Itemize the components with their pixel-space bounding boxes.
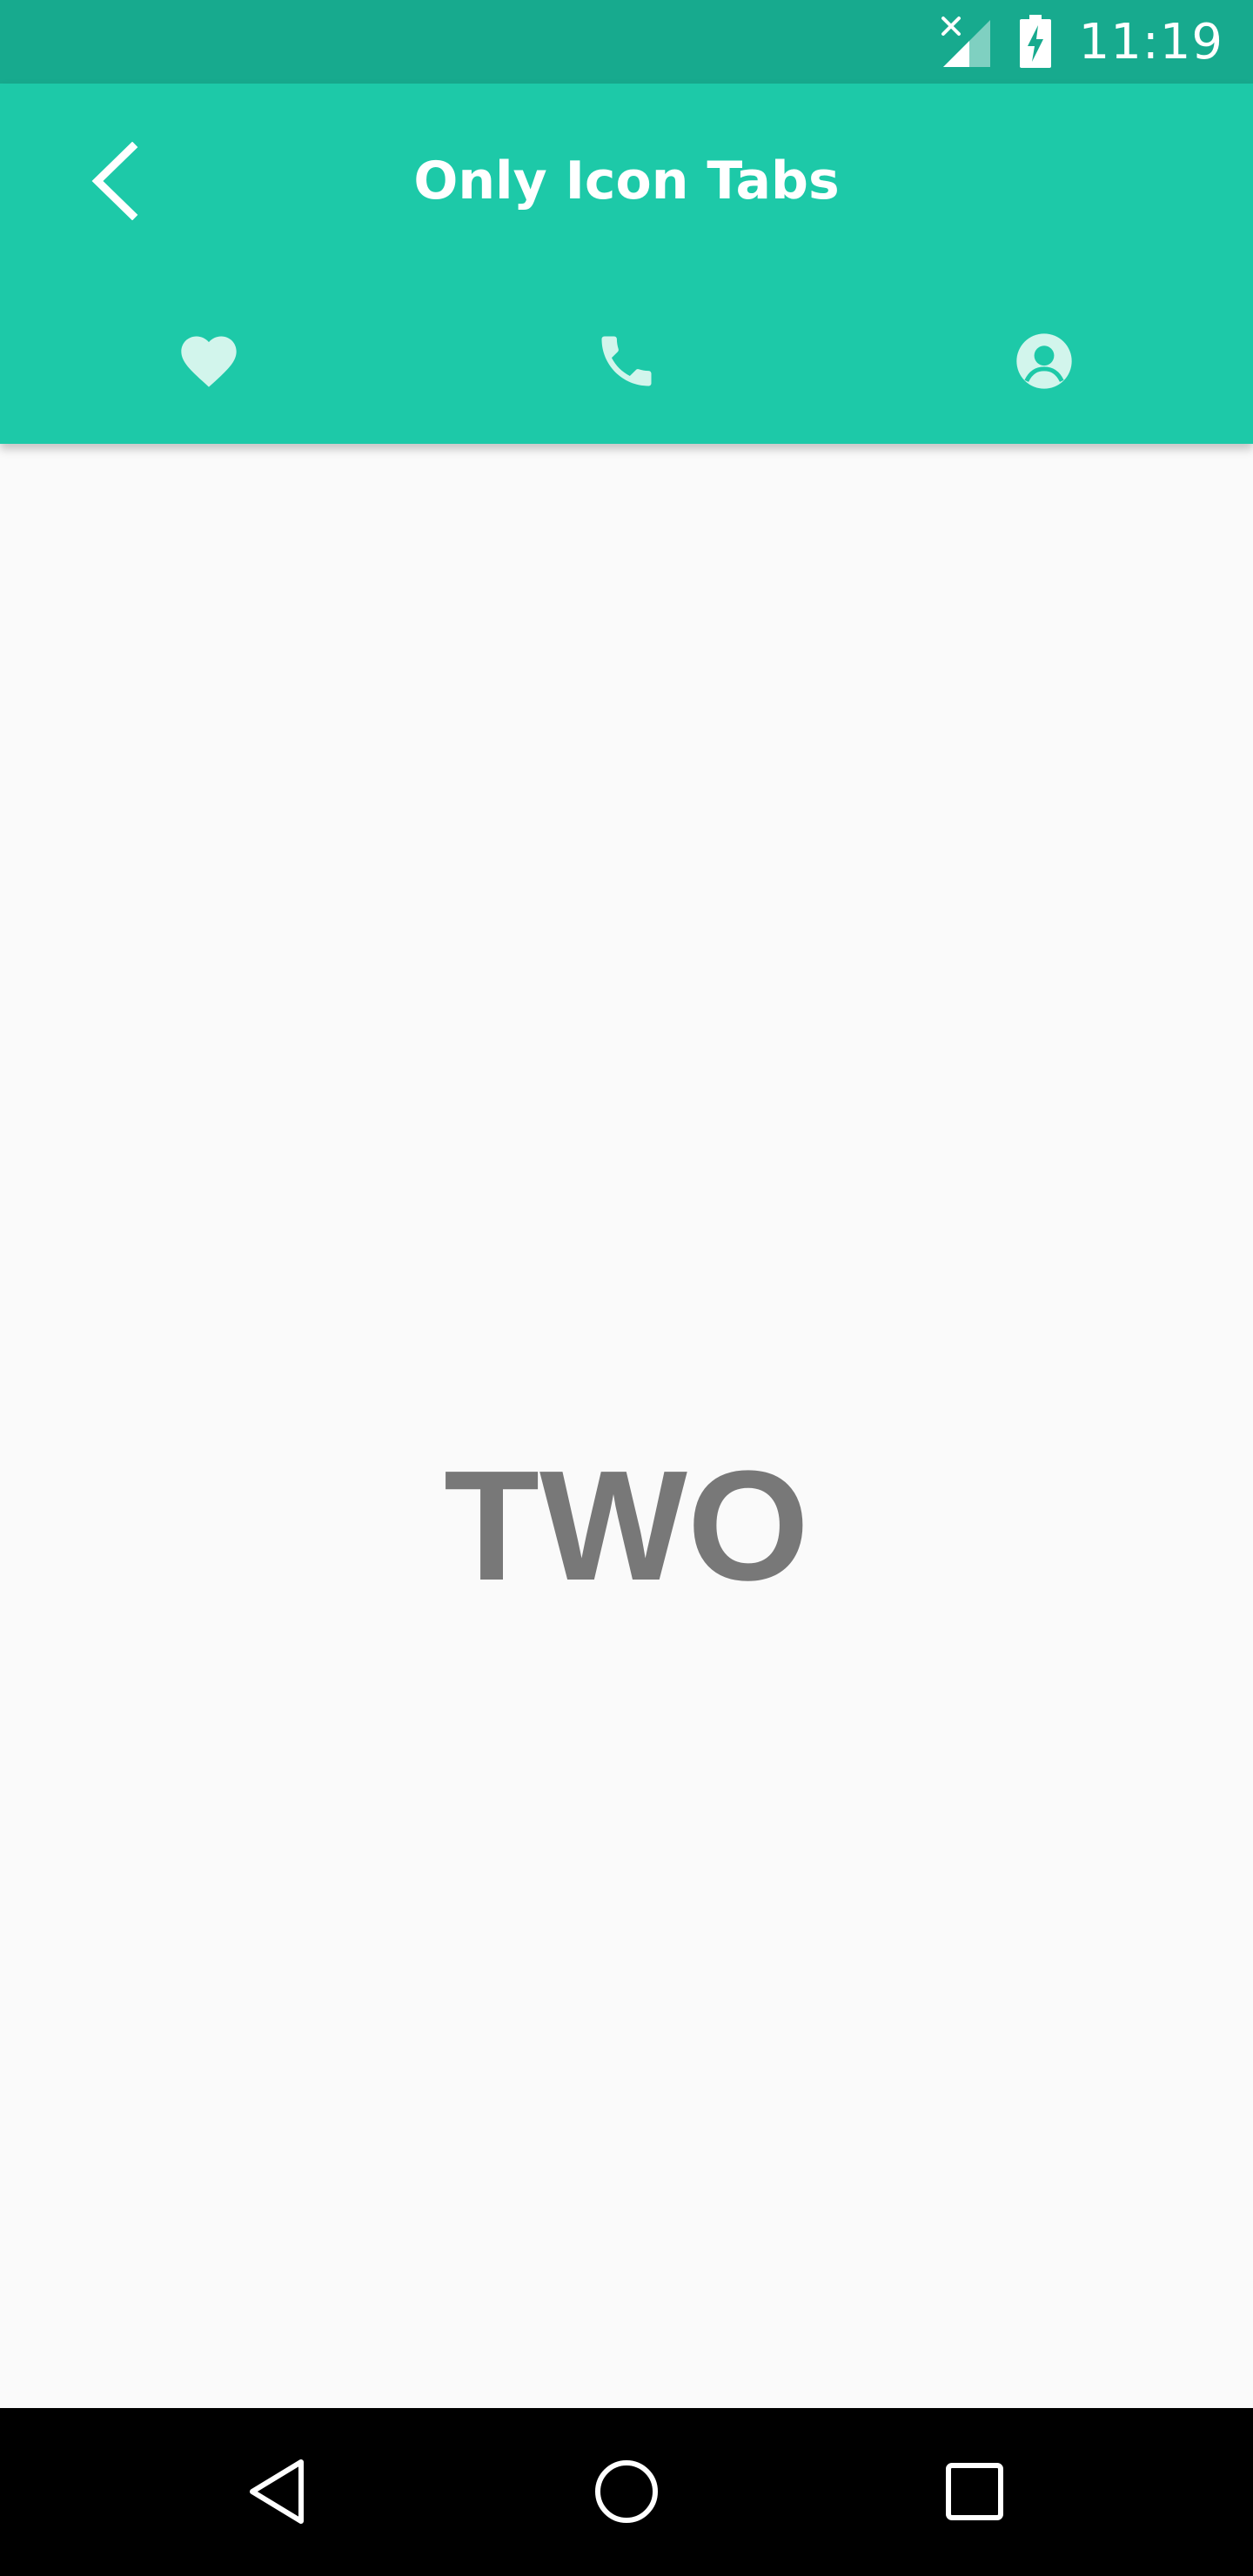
tab-bar	[0, 278, 1253, 444]
home-circle-icon	[595, 2460, 658, 2523]
nav-back-button[interactable]	[226, 2439, 331, 2544]
recents-square-icon	[946, 2463, 1003, 2520]
person-icon	[1016, 333, 1072, 389]
back-triangle-icon	[250, 2459, 304, 2524]
back-button[interactable]	[63, 129, 167, 233]
status-bar: 11:19	[0, 0, 1253, 84]
signal-no-data-icon	[941, 17, 990, 67]
nav-recents-button[interactable]	[922, 2439, 1027, 2544]
page-title: Only Icon Tabs	[413, 151, 840, 211]
status-time: 11:19	[1078, 13, 1223, 70]
tab-calls[interactable]	[418, 278, 835, 444]
nav-home-button[interactable]	[574, 2439, 679, 2544]
tab-content: TWO	[0, 444, 1253, 2408]
app-bar: Only Icon Tabs	[0, 84, 1253, 444]
tab-favorites[interactable]	[0, 278, 418, 444]
heart-icon	[181, 336, 237, 387]
tab-contacts[interactable]	[835, 278, 1253, 444]
arrow-back-icon	[91, 142, 138, 220]
phone-icon	[601, 336, 652, 386]
content-label: TWO	[444, 1439, 809, 1613]
navigation-bar	[0, 2408, 1253, 2576]
toolbar: Only Icon Tabs	[0, 84, 1253, 278]
battery-charging-icon	[1019, 15, 1051, 68]
